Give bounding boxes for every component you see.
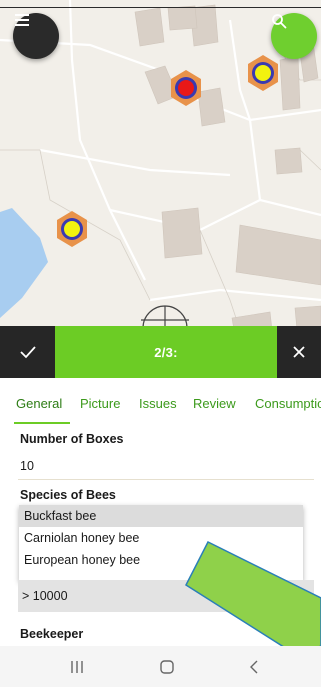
search-button[interactable]	[271, 13, 317, 59]
system-nav-bar	[0, 646, 321, 687]
species-label: Species of Bees	[20, 488, 116, 502]
water-area	[0, 208, 48, 318]
close-button[interactable]	[277, 326, 321, 378]
map-view[interactable]	[0, 0, 321, 330]
swipe-hint-arrow	[185, 540, 321, 657]
confirm-button[interactable]	[0, 326, 55, 378]
menu-button[interactable]	[13, 13, 59, 59]
recent-apps-button[interactable]	[47, 646, 107, 687]
tab-picture[interactable]: Picture	[80, 396, 120, 411]
entry-counter-bar: 2/3:	[55, 326, 277, 378]
tab-consumption[interactable]: Consumption	[255, 396, 321, 411]
entry-counter: 2/3:	[154, 344, 178, 360]
tab-general[interactable]: General	[16, 396, 62, 411]
hamburger-menu-icon	[15, 14, 29, 26]
active-tab-indicator	[14, 422, 70, 424]
back-button[interactable]	[224, 646, 284, 687]
bee-amount-value: > 10000	[22, 589, 68, 603]
checkmark-icon	[19, 346, 36, 359]
boxes-field[interactable]: 10	[20, 459, 34, 473]
search-icon	[272, 14, 287, 29]
beekeeper-label: Beekeeper	[20, 627, 84, 641]
back-icon	[250, 660, 258, 673]
species-option-buckfast[interactable]: Buckfast bee	[19, 505, 303, 527]
status-divider	[0, 7, 321, 8]
close-icon	[293, 346, 305, 358]
recent-apps-icon	[71, 660, 83, 673]
tab-review[interactable]: Review	[193, 396, 236, 411]
tab-strip: General Picture Issues Review Consumptio…	[0, 378, 321, 428]
hive-marker-red	[171, 70, 201, 106]
home-button[interactable]	[137, 646, 197, 687]
tab-issues[interactable]: Issues	[139, 396, 177, 411]
home-icon	[160, 659, 174, 674]
action-bar: 2/3:	[0, 326, 321, 378]
boxes-label: Number of Boxes	[20, 432, 124, 446]
hive-marker-yellow-1	[248, 55, 278, 91]
boxes-field-underline	[18, 479, 314, 480]
hive-marker-yellow-2	[57, 211, 87, 247]
